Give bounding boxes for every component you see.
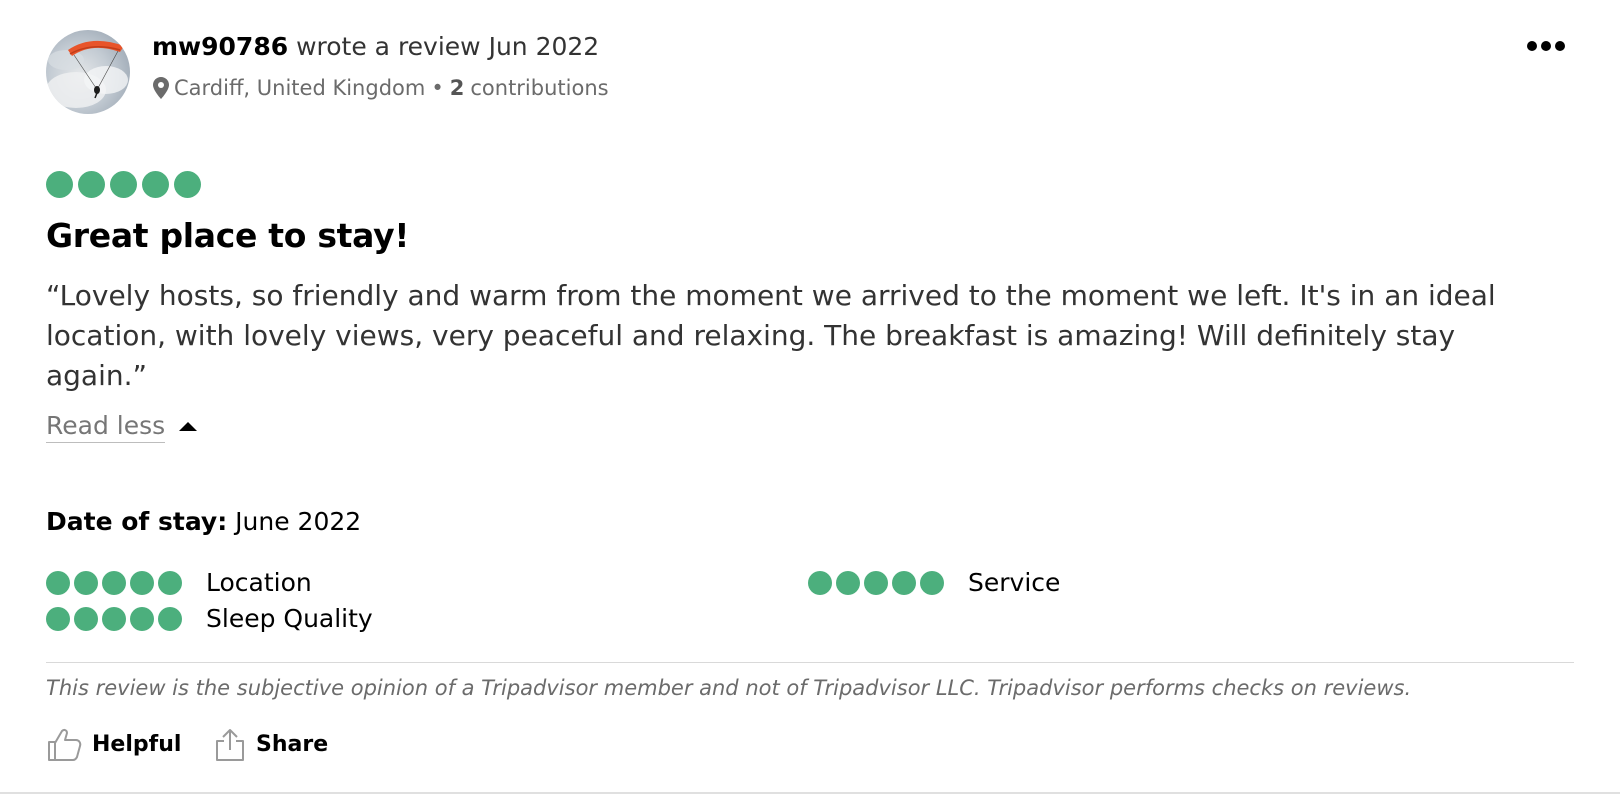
paraglider-photo bbox=[46, 40, 128, 108]
rating-bubble-icon bbox=[46, 571, 70, 595]
divider bbox=[46, 662, 1574, 663]
review-title[interactable]: Great place to stay! bbox=[46, 214, 409, 258]
thumbs-up-icon bbox=[48, 728, 82, 761]
rating-bubble-icon bbox=[110, 171, 137, 198]
rating-bubble-icon bbox=[836, 571, 860, 595]
subrating-service: Service bbox=[808, 567, 1060, 599]
reviewer-avatar[interactable] bbox=[46, 30, 130, 114]
subrating-label: Sleep Quality bbox=[206, 604, 373, 633]
rating-bubble-icon bbox=[78, 171, 105, 198]
overall-rating-bubbles bbox=[46, 171, 206, 198]
rating-bubble-icon bbox=[46, 607, 70, 631]
contributions-count: 2 bbox=[449, 76, 465, 100]
rating-bubble-icon bbox=[142, 171, 169, 198]
share-label: Share bbox=[256, 732, 329, 757]
date-of-stay-value: June 2022 bbox=[235, 507, 362, 536]
helpful-button[interactable]: Helpful bbox=[46, 728, 181, 762]
subrating-bubbles bbox=[46, 607, 186, 631]
contributions-label: contributions bbox=[470, 76, 609, 100]
date-of-stay: Date of stay: June 2022 bbox=[46, 505, 361, 539]
rating-bubble-icon bbox=[102, 607, 126, 631]
subrating-bubbles bbox=[808, 571, 948, 595]
rating-bubble-icon bbox=[158, 571, 182, 595]
caret-up-icon bbox=[179, 422, 198, 431]
subrating-sleep-quality: Sleep Quality bbox=[46, 603, 373, 635]
review-body: “Lovely hosts, so friendly and warm from… bbox=[46, 279, 1496, 392]
subrating-label: Location bbox=[206, 568, 312, 597]
rating-bubble-icon bbox=[46, 171, 73, 198]
more-options-button[interactable] bbox=[1520, 26, 1572, 66]
meta-separator: • bbox=[431, 76, 444, 100]
subrating-bubbles bbox=[46, 571, 186, 595]
share-button[interactable]: Share bbox=[214, 728, 328, 762]
helpful-label: Helpful bbox=[92, 732, 182, 757]
rating-bubble-icon bbox=[158, 607, 182, 631]
date-of-stay-label: Date of stay: bbox=[46, 507, 228, 536]
rating-bubble-icon bbox=[130, 607, 154, 631]
read-less-label: Read less bbox=[46, 410, 166, 443]
rating-bubble-icon bbox=[864, 571, 888, 595]
rating-bubble-icon bbox=[174, 171, 201, 198]
rating-bubble-icon bbox=[74, 571, 98, 595]
rating-bubble-icon bbox=[892, 571, 916, 595]
subrating-location: Location bbox=[46, 567, 312, 599]
share-icon bbox=[216, 729, 244, 761]
rating-bubble-icon bbox=[920, 571, 944, 595]
reviewer-meta: Cardiff, United Kingdom • 2 contribution… bbox=[153, 74, 609, 102]
read-less-button[interactable]: Read less bbox=[46, 410, 198, 443]
reviewer-name[interactable]: mw90786 bbox=[152, 32, 288, 61]
review-action-text: wrote a review Jun 2022 bbox=[296, 32, 600, 61]
subrating-label: Service bbox=[968, 568, 1061, 597]
disclaimer-text: This review is the subjective opinion of… bbox=[46, 676, 1412, 700]
rating-bubble-icon bbox=[130, 571, 154, 595]
reviewer-line: mw90786 wrote a review Jun 2022 bbox=[152, 30, 599, 64]
more-dots-icon bbox=[1527, 41, 1565, 51]
reviewer-location: Cardiff, United Kingdom bbox=[174, 76, 426, 100]
rating-bubble-icon bbox=[808, 571, 832, 595]
map-pin-icon bbox=[153, 77, 169, 99]
rating-bubble-icon bbox=[102, 571, 126, 595]
rating-bubble-icon bbox=[74, 607, 98, 631]
review-card: mw90786 wrote a review Jun 2022 Cardiff,… bbox=[0, 0, 1620, 794]
